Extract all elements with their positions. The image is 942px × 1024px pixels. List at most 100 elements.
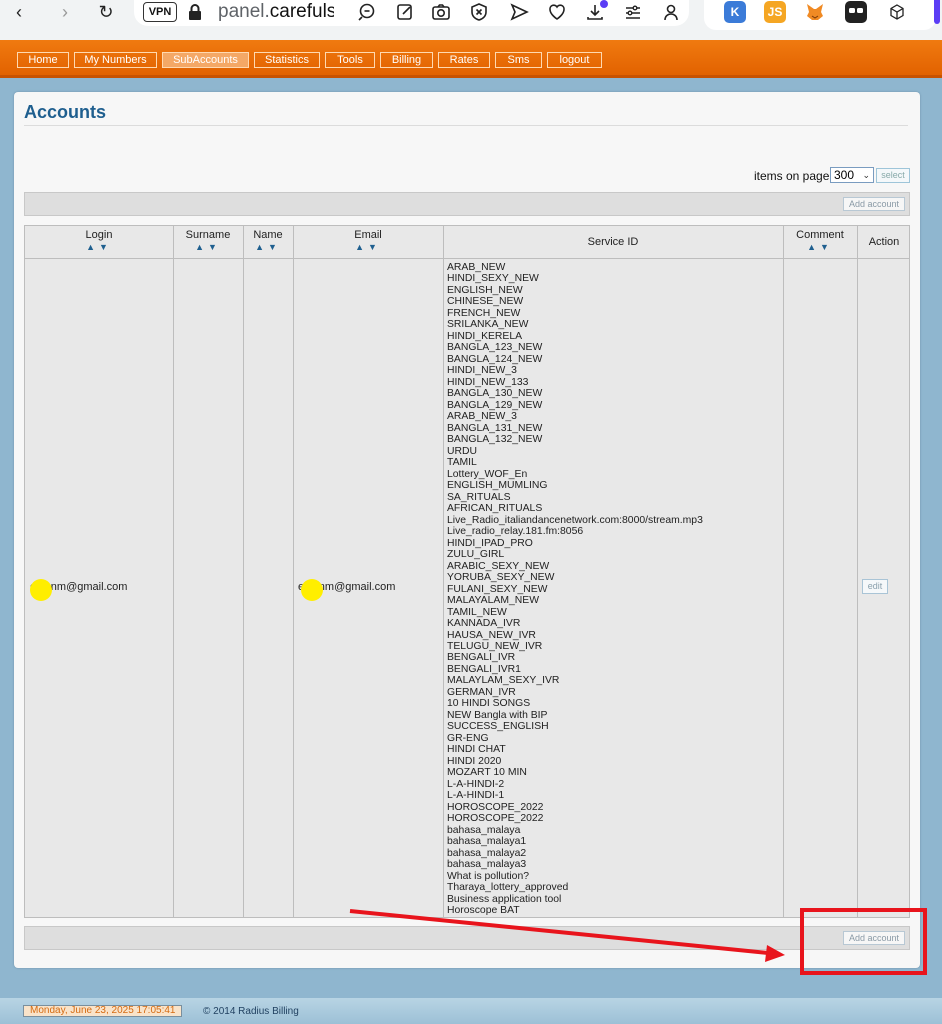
- send-icon[interactable]: [508, 0, 530, 24]
- service-id-item: ARAB_NEW: [447, 262, 506, 273]
- redaction-mark: [30, 579, 52, 601]
- service-id-item: Lottery_WOF_En: [447, 468, 528, 480]
- select-button[interactable]: select: [876, 168, 910, 183]
- nav-sms[interactable]: Sms: [495, 52, 542, 68]
- service-id-item: BANGLA_124_NEW: [447, 353, 543, 365]
- edit-page-icon[interactable]: [394, 0, 416, 24]
- header-comment[interactable]: Comment ▲▼: [783, 229, 857, 253]
- header-surname[interactable]: Surname ▲▼: [173, 229, 243, 253]
- service-id-item: BENGALI_IVR1: [447, 663, 521, 675]
- service-id-item: Live_Radio_italiandancenetwork.com:8000/…: [447, 514, 703, 526]
- block-icon[interactable]: [468, 0, 490, 24]
- service-id-item: AFRICAN_RITUALS: [447, 503, 543, 515]
- service-id-item: HINDI_IPAD_PRO: [447, 537, 533, 549]
- camera-icon[interactable]: [430, 0, 452, 24]
- service-id-item: Business application tool: [447, 893, 562, 905]
- nav-rates[interactable]: Rates: [438, 52, 490, 68]
- sort-arrows-icon[interactable]: ▲▼: [25, 241, 173, 253]
- column-divider: [443, 226, 444, 917]
- fox-extension-icon[interactable]: [804, 1, 826, 23]
- service-id-item: CHINESE_NEW: [447, 296, 524, 308]
- column-divider: [857, 226, 858, 917]
- zoom-icon[interactable]: [356, 0, 378, 24]
- title-divider: [24, 125, 908, 126]
- k-extension-icon[interactable]: K: [724, 1, 746, 23]
- service-id-item: bahasa_malaya3: [447, 859, 527, 871]
- forward-icon[interactable]: ›: [58, 0, 72, 24]
- service-id-item: MALAYLAM_SEXY_IVR: [447, 675, 560, 687]
- nav-my-numbers[interactable]: My Numbers: [74, 52, 157, 68]
- main-nav: Home My Numbers SubAccounts Statistics T…: [0, 40, 942, 78]
- service-id-item: HINDI CHAT: [447, 744, 506, 756]
- js-extension-icon[interactable]: JS: [764, 1, 786, 23]
- service-id-item: SUCCESS_ENGLISH: [447, 721, 549, 733]
- heart-icon[interactable]: [546, 0, 568, 24]
- nav-subaccounts[interactable]: SubAccounts: [162, 52, 249, 68]
- service-id-item: SA_RITUALS: [447, 491, 511, 503]
- url-text[interactable]: panel.carefulsup: [218, 0, 334, 24]
- service-id-item: MOZART 10 MIN: [447, 767, 527, 779]
- column-divider: [243, 226, 244, 917]
- service-id-item: FRENCH_NEW: [447, 307, 521, 319]
- service-id-item: BANGLA_123_NEW: [447, 342, 543, 354]
- download-notification-dot: [600, 0, 608, 8]
- service-id-item: ARABIC_SEXY_NEW: [447, 560, 550, 572]
- service-id-item: TAMIL: [447, 457, 477, 469]
- header-surname-label: Surname: [185, 229, 231, 241]
- column-divider: [173, 226, 174, 917]
- nav-logout[interactable]: logout: [547, 52, 602, 68]
- footer: Monday, June 23, 2025 17:05:41 © 2014 Ra…: [0, 998, 942, 1024]
- footer-copyright: © 2014 Radius Billing: [203, 1006, 299, 1017]
- service-id-item: FULANI_SEXY_NEW: [447, 583, 548, 595]
- nav-statistics[interactable]: Statistics: [254, 52, 320, 68]
- service-id-item: L-A-HINDI-2: [447, 778, 505, 790]
- service-id-item: BENGALI_IVR: [447, 652, 516, 664]
- service-id-item: ENGLISH_NEW: [447, 284, 523, 296]
- service-id-item: SRILANKA_NEW: [447, 319, 529, 331]
- header-email-label: Email: [354, 229, 382, 241]
- service-id-item: KANNADA_IVR: [447, 618, 521, 630]
- top-toolbar: Add account: [24, 192, 910, 216]
- add-account-button-top[interactable]: Add account: [843, 197, 905, 211]
- profile-icon[interactable]: [660, 0, 682, 24]
- lock-icon[interactable]: [186, 0, 204, 24]
- service-id-item: ENGLISH_MUMLING: [447, 480, 548, 492]
- header-login[interactable]: Login ▲▼: [25, 229, 173, 253]
- vpn-badge[interactable]: VPN: [143, 2, 177, 22]
- service-id-item: bahasa_malaya1: [447, 836, 527, 848]
- service-id-item: HINDI 2020: [447, 755, 502, 767]
- accounts-panel: Accounts items on page: 300 ⌄ select Add …: [14, 92, 920, 968]
- service-id-item: NEW Bangla with BIP: [447, 709, 548, 721]
- settings-sliders-icon[interactable]: [622, 0, 644, 24]
- sort-arrows-icon[interactable]: ▲▼: [293, 241, 443, 253]
- nav-billing[interactable]: Billing: [380, 52, 433, 68]
- items-on-page-select[interactable]: 300 ⌄: [830, 167, 874, 183]
- browser-toolbar: ‹ › ↻ VPN panel.carefulsup K JS: [0, 0, 942, 40]
- back-icon[interactable]: ‹: [12, 0, 26, 24]
- header-name[interactable]: Name ▲▼: [243, 229, 293, 253]
- nav-tools[interactable]: Tools: [325, 52, 375, 68]
- sort-arrows-icon[interactable]: ▲▼: [783, 241, 857, 253]
- header-login-label: Login: [85, 229, 113, 241]
- sort-arrows-icon[interactable]: ▲▼: [173, 241, 243, 253]
- service-id-item: BANGLA_129_NEW: [447, 399, 543, 411]
- chevron-down-icon: ⌄: [862, 170, 870, 180]
- service-id-item: YORUBA_SEXY_NEW: [447, 572, 555, 584]
- header-comment-label: Comment: [796, 229, 844, 241]
- header-action: Action: [868, 236, 900, 248]
- service-id-item: ARAB_NEW_3: [447, 411, 517, 423]
- header-service-id: Service ID: [587, 236, 639, 248]
- reload-icon[interactable]: ↻: [96, 0, 116, 24]
- service-id-item: What is pollution?: [447, 870, 530, 882]
- sort-arrows-icon[interactable]: ▲▼: [243, 241, 293, 253]
- mask-extension-icon[interactable]: [845, 1, 867, 23]
- nav-home[interactable]: Home: [17, 52, 69, 68]
- edit-button[interactable]: edit: [862, 579, 888, 594]
- service-id-item: HINDI_SEXY_NEW: [447, 273, 539, 285]
- accounts-table: Login ▲▼ Surname ▲▼ Name ▲▼ Email ▲▼ Service…: [24, 225, 910, 918]
- items-on-page-label: items on page:: [754, 169, 833, 183]
- box-extension-icon[interactable]: [886, 1, 908, 23]
- column-divider: [293, 226, 294, 917]
- header-email[interactable]: Email ▲▼: [293, 229, 443, 253]
- service-id-item: Horoscope BAT: [447, 905, 520, 917]
